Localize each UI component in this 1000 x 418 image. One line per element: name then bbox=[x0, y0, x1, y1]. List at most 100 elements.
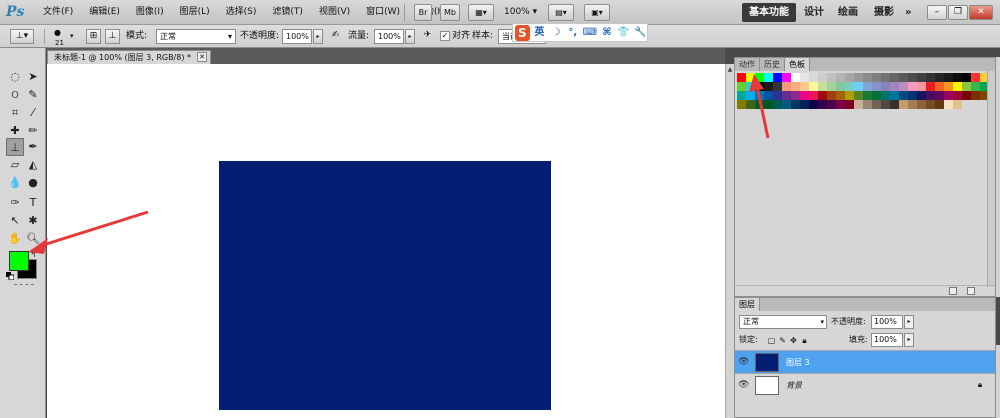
lasso-tool-icon[interactable]: ଠ bbox=[6, 86, 24, 104]
swatch[interactable] bbox=[845, 100, 854, 109]
flow-slider-arrow[interactable]: ▸ bbox=[405, 29, 415, 44]
swatch[interactable] bbox=[854, 100, 863, 109]
default-colors-icon[interactable] bbox=[6, 272, 15, 281]
swatch[interactable] bbox=[899, 82, 908, 91]
swatch[interactable] bbox=[773, 91, 782, 100]
swatch[interactable] bbox=[800, 82, 809, 91]
paint-bucket-tool-icon[interactable]: ◭ bbox=[24, 156, 42, 174]
blend-mode-select[interactable]: 正常 bbox=[739, 315, 827, 329]
swatch[interactable] bbox=[755, 91, 764, 100]
flow-input[interactable]: 100% bbox=[374, 29, 404, 44]
fill-arrow[interactable]: ▸ bbox=[904, 333, 914, 347]
blur-tool-icon[interactable]: 💧 bbox=[6, 174, 24, 192]
swatch[interactable] bbox=[917, 91, 926, 100]
swatch[interactable] bbox=[746, 91, 755, 100]
workspace-essentials[interactable]: 基本功能 bbox=[742, 3, 796, 22]
menu-view[interactable]: 视图(V) bbox=[311, 0, 358, 25]
swatches-scrollbar[interactable] bbox=[987, 71, 995, 287]
swatch[interactable] bbox=[926, 73, 935, 82]
workspace-more[interactable]: » bbox=[905, 0, 911, 25]
layer-name[interactable]: 图层 3 bbox=[786, 351, 810, 374]
opacity-input[interactable]: 100% bbox=[282, 29, 312, 44]
ime-moon-icon[interactable]: ☽ bbox=[549, 25, 563, 41]
swatch[interactable] bbox=[746, 73, 755, 82]
lock-all-icon[interactable]: 🔒︎ bbox=[800, 336, 809, 345]
type-tool-icon[interactable]: T bbox=[24, 194, 42, 212]
swatch[interactable] bbox=[764, 73, 773, 82]
marquee-tool-icon[interactable]: ◌ bbox=[6, 68, 24, 86]
quick-mask-icon[interactable] bbox=[14, 284, 34, 285]
eraser-tool-icon[interactable]: ▱ bbox=[6, 156, 24, 174]
hand-tool-icon[interactable]: ✋ bbox=[6, 230, 24, 248]
menu-layer[interactable]: 图层(L) bbox=[172, 0, 218, 25]
lock-position-icon[interactable]: ✥ bbox=[789, 336, 798, 345]
menu-image[interactable]: 图像(I) bbox=[128, 0, 172, 25]
swatch[interactable] bbox=[944, 100, 953, 109]
mode-select[interactable]: 正常 ▾ bbox=[156, 29, 236, 44]
swatch[interactable] bbox=[773, 100, 782, 109]
swatch[interactable] bbox=[737, 91, 746, 100]
ime-language-toggle[interactable]: 英 bbox=[533, 25, 547, 41]
swatch[interactable] bbox=[872, 82, 881, 91]
swatch[interactable] bbox=[899, 73, 908, 82]
swatch[interactable] bbox=[971, 73, 980, 82]
path-selection-tool-icon[interactable]: ↖ bbox=[6, 212, 24, 230]
swatch[interactable] bbox=[845, 91, 854, 100]
swatch[interactable] bbox=[917, 82, 926, 91]
swatch[interactable] bbox=[926, 91, 935, 100]
quick-selection-tool-icon[interactable]: ✎ bbox=[24, 86, 42, 104]
layer-opacity-input[interactable]: 100% bbox=[871, 315, 903, 329]
close-button[interactable]: ✕ bbox=[969, 5, 993, 20]
swatch[interactable] bbox=[872, 91, 881, 100]
ime-tools-icon[interactable]: 🔧 bbox=[633, 25, 647, 41]
swatch[interactable] bbox=[809, 100, 818, 109]
clone-stamp-tool-icon[interactable]: ⊥ bbox=[6, 138, 24, 156]
swatch[interactable] bbox=[791, 91, 800, 100]
lock-transparency-icon[interactable]: ▢ bbox=[767, 336, 776, 345]
lock-pixels-icon[interactable]: ✎ bbox=[778, 336, 787, 345]
swap-colors-icon[interactable]: ↰ bbox=[30, 250, 37, 259]
swatch[interactable] bbox=[755, 100, 764, 109]
swatch[interactable] bbox=[863, 100, 872, 109]
swatch[interactable] bbox=[818, 100, 827, 109]
zoom-tool-icon[interactable]: 🔍︎ bbox=[24, 230, 42, 248]
swatch[interactable] bbox=[773, 73, 782, 82]
swatch[interactable] bbox=[791, 73, 800, 82]
swatch[interactable] bbox=[800, 91, 809, 100]
pen-tool-icon[interactable]: ✑ bbox=[6, 194, 24, 212]
ime-menu-icon[interactable]: ⌘ bbox=[600, 25, 614, 41]
menu-window[interactable]: 窗口(W) bbox=[358, 0, 408, 25]
swatch[interactable] bbox=[737, 100, 746, 109]
swatch[interactable] bbox=[737, 73, 746, 82]
swatch[interactable] bbox=[836, 91, 845, 100]
swatch[interactable] bbox=[782, 82, 791, 91]
swatch[interactable] bbox=[935, 82, 944, 91]
zoom-level[interactable]: 100% ▾ bbox=[504, 0, 537, 25]
dodge-tool-icon[interactable]: ● bbox=[24, 174, 42, 192]
minimize-button[interactable]: – bbox=[927, 5, 947, 20]
swatch[interactable] bbox=[827, 91, 836, 100]
swatch[interactable] bbox=[890, 91, 899, 100]
layer-row[interactable]: 👁︎ 背景 🔒︎ bbox=[735, 373, 995, 396]
workspace-painting[interactable]: 绘画 bbox=[838, 0, 858, 25]
swatch[interactable] bbox=[917, 73, 926, 82]
restore-button[interactable]: ❐ bbox=[948, 5, 968, 20]
clone-source-toggle[interactable]: ⊥ bbox=[105, 29, 120, 44]
swatch[interactable] bbox=[764, 100, 773, 109]
swatch[interactable] bbox=[872, 73, 881, 82]
ime-keyboard-icon[interactable]: ⌨ bbox=[583, 25, 597, 41]
new-swatch-icon[interactable] bbox=[949, 287, 957, 295]
swatch[interactable] bbox=[944, 82, 953, 91]
swatch[interactable] bbox=[791, 100, 800, 109]
swatch[interactable] bbox=[773, 82, 782, 91]
sogou-logo-icon[interactable]: S bbox=[515, 24, 530, 41]
ime-punctuation-icon[interactable]: °, bbox=[566, 25, 580, 41]
swatch[interactable] bbox=[863, 73, 872, 82]
swatch[interactable] bbox=[764, 82, 773, 91]
swatch[interactable] bbox=[809, 82, 818, 91]
swatch[interactable] bbox=[953, 82, 962, 91]
swatch[interactable] bbox=[908, 82, 917, 91]
swatch[interactable] bbox=[881, 100, 890, 109]
swatch[interactable] bbox=[746, 100, 755, 109]
swatch[interactable] bbox=[935, 91, 944, 100]
